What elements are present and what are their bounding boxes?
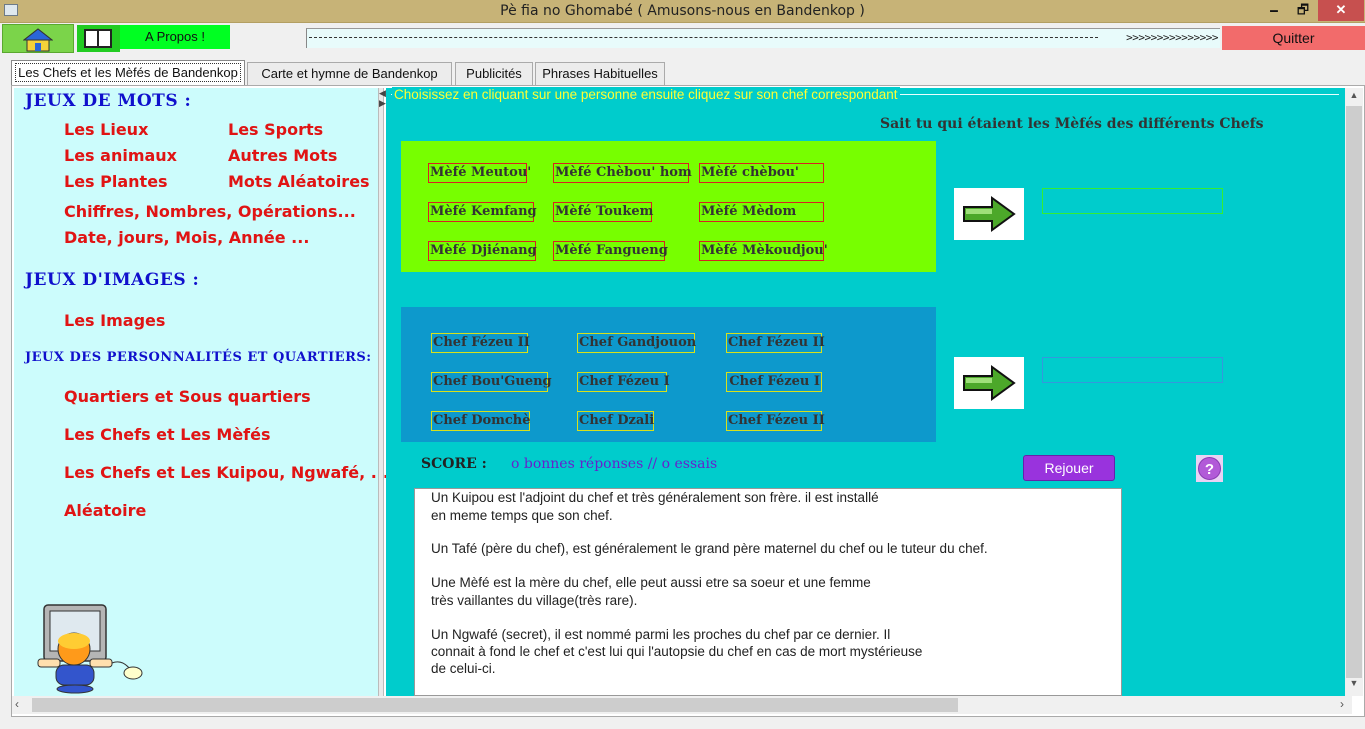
validate-mefe-button[interactable]: [954, 188, 1024, 240]
score-label: SCORE :: [421, 456, 487, 472]
title-bar: Pè fia no Ghomabé ( Amusons-nous en Band…: [0, 0, 1365, 23]
tab-phrases[interactable]: Phrases Habituelles: [535, 62, 665, 85]
help-icon: ?: [1198, 457, 1221, 480]
about-button[interactable]: A Propos !: [120, 25, 230, 49]
info-line: connait à fond le chef et c'est lui qui …: [431, 644, 923, 659]
progress-bar: >>>>>>>>>>>>>>>: [306, 28, 1220, 48]
chef-option[interactable]: Chef Dzali: [577, 411, 654, 431]
chef-option[interactable]: Chef Fézeu I: [577, 372, 670, 392]
people-games-heading: JEUX DES PERSONNALITÉS ET QUARTIERS:: [25, 350, 372, 365]
scroll-left-icon[interactable]: ‹: [15, 697, 19, 711]
home-icon: [23, 28, 53, 52]
scroll-up-icon[interactable]: ▲: [1345, 90, 1363, 106]
images-games-heading: JEUX D'IMAGES :: [25, 270, 200, 290]
chef-option[interactable]: Chef Fézeu I: [726, 372, 822, 392]
link-quartiers[interactable]: Quartiers et Sous quartiers: [64, 387, 311, 406]
arrow-right-icon: [963, 196, 1016, 232]
link-chiffres[interactable]: Chiffres, Nombres, Opérations...: [64, 202, 356, 221]
mefe-option[interactable]: Mèfé Mèdom: [699, 202, 824, 222]
info-line: Un Kuipou est l'adjoint du chef et très …: [431, 490, 879, 505]
info-text-box[interactable]: Un Kuipou est l'adjoint du chef et très …: [414, 488, 1122, 696]
mefe-option[interactable]: Mèfé Kemfang: [428, 202, 537, 222]
tab-chefs-mefes[interactable]: Les Chefs et les Mèfés de Bandenkop: [11, 60, 245, 85]
chef-option[interactable]: Chef Gandjouon: [577, 333, 696, 353]
mefe-option[interactable]: Mèfé Toukem: [553, 202, 653, 222]
home-button[interactable]: [2, 24, 74, 53]
link-chefs-kuipou[interactable]: Les Chefs et Les Kuipou, Ngwafé, ...: [64, 463, 389, 482]
arrow-right-icon: [963, 365, 1016, 401]
link-mots-aleatoires[interactable]: Mots Aléatoires: [228, 172, 370, 191]
tab-carte-hymne[interactable]: Carte et hymne de Bandenkop: [247, 62, 452, 85]
link-aleatoire[interactable]: Aléatoire: [64, 501, 146, 520]
link-autres-mots[interactable]: Autres Mots: [228, 146, 337, 165]
instruction-text: Choisissez en cliquant sur une personne …: [392, 87, 900, 102]
chef-option[interactable]: Chef Bou'Gueng: [431, 372, 552, 392]
vertical-scroll-thumb[interactable]: [1346, 106, 1362, 678]
link-dates[interactable]: Date, jours, Mois, Année ...: [64, 228, 309, 247]
collapse-right-icon[interactable]: ▶: [379, 98, 386, 109]
chef-option[interactable]: Chef Fézeu II: [726, 333, 825, 353]
link-les-plantes[interactable]: Les Plantes: [64, 172, 168, 191]
link-les-sports[interactable]: Les Sports: [228, 120, 323, 139]
maximize-button[interactable]: 🗗: [1290, 0, 1316, 21]
info-line: de celui-ci.: [431, 661, 496, 676]
tab-label: Carte et hymne de Bandenkop: [261, 66, 438, 81]
mefe-option[interactable]: Mèfé Chèbou' hom: [553, 163, 692, 183]
info-line: en meme temps que son chef.: [431, 508, 613, 523]
quit-button[interactable]: Quitter: [1222, 26, 1365, 50]
replay-button[interactable]: Rejouer: [1023, 455, 1115, 481]
link-les-animaux[interactable]: Les animaux: [64, 146, 177, 165]
link-les-images[interactable]: Les Images: [64, 311, 165, 330]
horizontal-scroll-thumb[interactable]: [32, 698, 958, 712]
mefe-option[interactable]: Mèfé Mèkoudjou': [699, 241, 828, 261]
progress-arrows: >>>>>>>>>>>>>>>: [1126, 31, 1218, 44]
mefe-option[interactable]: Mèfé Meutou': [428, 163, 531, 183]
tab-label: Phrases Habituelles: [542, 66, 658, 81]
book-button[interactable]: [77, 25, 120, 52]
toolbar: A Propos ! >>>>>>>>>>>>>>> Quitter: [0, 23, 1365, 53]
tab-publicites[interactable]: Publicités: [455, 62, 533, 85]
vertical-scrollbar[interactable]: ▲ ▼: [1345, 88, 1363, 696]
chef-option[interactable]: Chef Domchè: [431, 411, 531, 431]
horizontal-scrollbar[interactable]: ‹ ›: [12, 696, 1352, 714]
link-les-lieux[interactable]: Les Lieux: [64, 120, 148, 139]
scroll-down-icon[interactable]: ▼: [1345, 678, 1363, 694]
mefe-option[interactable]: Mèfé Fangueng: [553, 241, 668, 261]
info-line: Un Ngwafé (secret), il est nommé parmi l…: [431, 627, 891, 642]
window-title: Pè fia no Ghomabé ( Amusons-nous en Band…: [500, 3, 865, 19]
chef-option[interactable]: Chef Fézeu II: [431, 333, 530, 353]
scroll-right-icon[interactable]: ›: [1340, 697, 1344, 711]
book-icon: [84, 29, 112, 48]
info-line: très vaillantes du village(très rare).: [431, 593, 638, 608]
score-value: o bonnes réponses // o essais: [511, 456, 718, 472]
link-chefs-mefes[interactable]: Les Chefs et Les Mèfés: [64, 425, 271, 444]
validate-chef-button[interactable]: [954, 357, 1024, 409]
game-subtitle: Sait tu qui étaient les Mèfés des différ…: [880, 116, 1264, 132]
mefe-option[interactable]: Mèfé chèbou': [699, 163, 824, 183]
tab-label: Les Chefs et les Mèfés de Bandenkop: [15, 63, 241, 82]
mascot-computer-icon: [37, 604, 143, 694]
progress-track: [309, 37, 1098, 38]
tab-label: Publicités: [466, 66, 522, 81]
chef-answer-field[interactable]: [1042, 357, 1223, 383]
chef-option[interactable]: Chef Fézeu II: [726, 411, 825, 431]
mefe-answer-field[interactable]: [1042, 188, 1223, 214]
close-button[interactable]: ✕: [1318, 0, 1364, 21]
words-games-heading: JEUX DE MOTS :: [25, 91, 192, 111]
minimize-button[interactable]: 🗕: [1261, 0, 1287, 21]
help-button[interactable]: ?: [1196, 455, 1223, 482]
panel-splitter[interactable]: ◀ ▶: [378, 88, 386, 696]
info-line: Une Mèfé est la mère du chef, elle peut …: [431, 575, 871, 590]
mefe-option[interactable]: Mèfé Djiénang: [428, 241, 537, 261]
info-line: Un Tafé (père du chef), est généralement…: [431, 541, 988, 556]
